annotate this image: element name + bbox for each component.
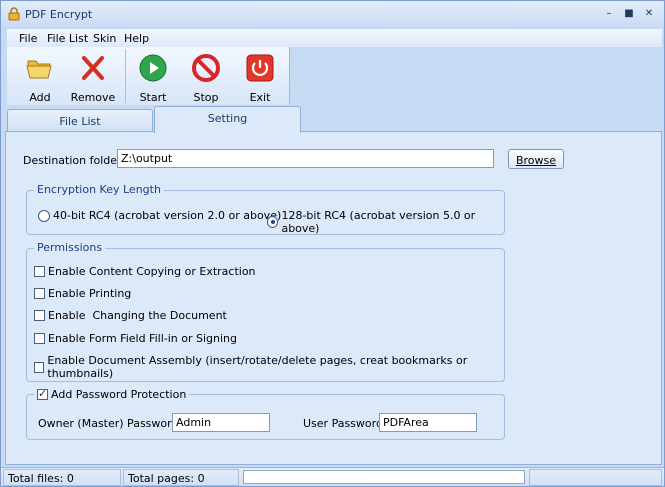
start-button[interactable]: Start: [128, 49, 178, 104]
perm-assembly-checkbox[interactable]: [34, 361, 45, 373]
close-icon[interactable]: ✕: [642, 7, 656, 21]
radio-40bit-label: 40-bit RC4 (acrobat version 2.0 or above…: [53, 209, 282, 222]
password-group: Add Password Protection Owner (Master) P…: [26, 387, 505, 440]
perm-form-fill-label: Enable Form Field Fill-in or Signing: [48, 332, 237, 345]
menu-bar: File File List Skin Help: [7, 29, 662, 47]
destination-input[interactable]: [117, 149, 494, 168]
menu-help[interactable]: Help: [124, 32, 149, 45]
encryption-group: Encryption Key Length 40-bit RC4 (acroba…: [26, 183, 505, 235]
stop-button[interactable]: Stop: [181, 49, 231, 104]
owner-password-label: Owner (Master) Password:: [38, 417, 183, 430]
perm-form-fill[interactable]: Enable Form Field Fill-in or Signing: [34, 332, 237, 345]
perm-copying-label: Enable Content Copying or Extraction: [48, 265, 256, 278]
menu-file[interactable]: File: [19, 32, 37, 45]
perm-printing[interactable]: Enable Printing: [34, 287, 131, 300]
permissions-group: Permissions Enable Content Copying or Ex…: [26, 241, 505, 382]
exit-label: Exit: [249, 91, 271, 104]
radio-128bit-button[interactable]: [267, 216, 279, 228]
menu-skin[interactable]: Skin: [93, 32, 116, 45]
destination-label: Destination folder:: [23, 154, 126, 167]
perm-changing-label: Enable Changing the Document: [48, 309, 227, 322]
exit-button[interactable]: Exit: [235, 49, 285, 104]
perm-changing-checkbox[interactable]: [34, 310, 45, 321]
encryption-group-title: Encryption Key Length: [34, 183, 164, 196]
password-protection-toggle[interactable]: Add Password Protection: [34, 387, 190, 401]
perm-assembly[interactable]: Enable Document Assembly (insert/rotate/…: [34, 354, 504, 380]
user-password-label: User Password:: [303, 417, 387, 430]
tab-bar: File List Setting: [5, 106, 662, 133]
owner-password-input[interactable]: [172, 413, 270, 432]
title-bar[interactable]: PDF Encrypt – ■ ✕: [1, 1, 664, 27]
add-label: Add: [29, 91, 51, 104]
settings-panel: Destination folder: Browse Encryption Ke…: [5, 131, 662, 465]
stop-label: Stop: [193, 91, 219, 104]
browse-button[interactable]: Browse: [508, 149, 564, 169]
radio-40bit[interactable]: 40-bit RC4 (acrobat version 2.0 or above…: [38, 209, 281, 222]
progress-bar: [243, 470, 525, 484]
radio-128bit[interactable]: 128-bit RC4 (acrobat version 5.0 or abov…: [267, 209, 504, 235]
perm-printing-checkbox[interactable]: [34, 288, 45, 299]
permissions-group-title: Permissions: [34, 241, 106, 254]
remove-button[interactable]: Remove: [68, 49, 118, 104]
radio-40bit-button[interactable]: [38, 209, 50, 222]
play-icon: [139, 54, 167, 82]
status-bar: Total files: 0 Total pages: 0: [1, 467, 664, 486]
start-label: Start: [139, 91, 167, 104]
password-protection-label: Add Password Protection: [51, 388, 187, 401]
app-window: PDF Encrypt – ■ ✕ File File List Skin He…: [0, 0, 665, 487]
perm-copying-checkbox[interactable]: [34, 266, 45, 277]
perm-printing-label: Enable Printing: [48, 287, 132, 300]
maximize-icon[interactable]: ■: [622, 7, 636, 21]
status-empty-cell: [529, 469, 662, 486]
remove-x-icon: [82, 56, 104, 80]
power-icon: [246, 54, 274, 82]
perm-assembly-label: Enable Document Assembly (insert/rotate/…: [47, 354, 468, 380]
folder-open-icon: [26, 60, 52, 79]
minimize-icon[interactable]: –: [602, 7, 616, 21]
toolbar: Add Remove Start Stop Exit: [7, 47, 290, 105]
user-password-input[interactable]: [379, 413, 477, 432]
remove-label: Remove: [70, 91, 116, 104]
perm-changing[interactable]: Enable Changing the Document: [34, 309, 227, 322]
total-files-status: Total files: 0: [3, 469, 121, 486]
toolbar-separator: [125, 49, 126, 103]
perm-copying[interactable]: Enable Content Copying or Extraction: [34, 265, 256, 278]
total-pages-status: Total pages: 0: [123, 469, 239, 486]
tab-file-list[interactable]: File List: [7, 109, 153, 132]
add-button[interactable]: Add: [15, 49, 65, 104]
perm-form-fill-checkbox[interactable]: [34, 333, 45, 344]
browse-label: Browse: [515, 153, 557, 167]
lock-icon: [8, 7, 20, 21]
tab-setting[interactable]: Setting: [154, 106, 301, 133]
menu-file-list[interactable]: File List: [47, 32, 88, 45]
window-title: PDF Encrypt: [25, 8, 93, 21]
radio-128bit-label: 128-bit RC4 (acrobat version 5.0 or abov…: [281, 209, 476, 235]
password-protection-checkbox[interactable]: [37, 387, 48, 400]
stop-icon: [192, 54, 220, 82]
